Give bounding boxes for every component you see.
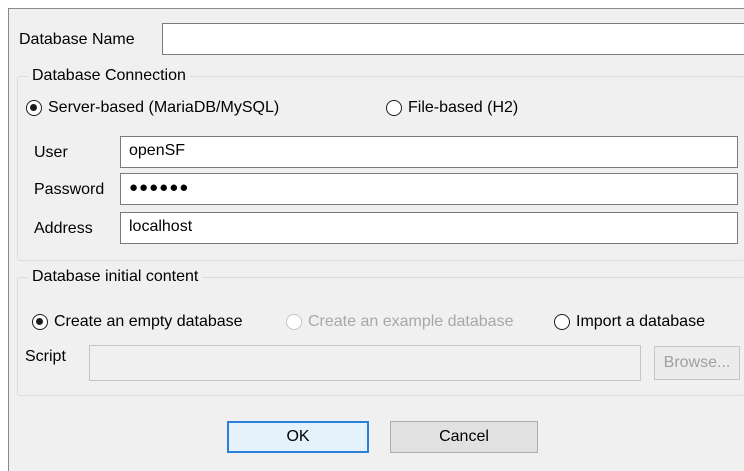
password-label: Password <box>34 181 105 198</box>
initial-content-legend: Database initial content <box>32 268 199 285</box>
user-label: User <box>34 144 68 161</box>
browse-button[interactable]: Browse... <box>654 346 740 380</box>
server-based-radio[interactable]: Server-based (MariaDB/MySQL) <box>26 99 279 117</box>
password-input[interactable]: ●●●●●● <box>120 173 738 205</box>
address-label: Address <box>34 220 93 237</box>
example-database-label: Create an example database <box>308 313 514 330</box>
database-connection-legend: Database Connection <box>32 67 186 84</box>
import-database-label: Import a database <box>576 313 705 330</box>
create-database-dialog: Database Name Database Connection Server… <box>8 8 744 471</box>
database-name-label: Database Name <box>19 31 135 48</box>
empty-database-label: Create an empty database <box>54 313 243 330</box>
script-label: Script <box>25 348 66 365</box>
user-input[interactable]: openSF <box>120 136 738 168</box>
radio-disabled-icon <box>286 314 302 330</box>
radio-checked-icon <box>32 314 48 330</box>
script-input[interactable] <box>89 345 641 381</box>
radio-checked-icon <box>26 100 42 116</box>
file-based-label: File-based (H2) <box>408 99 519 116</box>
import-database-radio[interactable]: Import a database <box>554 313 705 331</box>
example-database-radio[interactable]: Create an example database <box>286 313 513 331</box>
radio-unchecked-icon <box>386 100 402 116</box>
server-based-label: Server-based (MariaDB/MySQL) <box>48 99 280 116</box>
file-based-radio[interactable]: File-based (H2) <box>386 99 518 117</box>
ok-button[interactable]: OK <box>227 421 369 453</box>
cancel-button[interactable]: Cancel <box>390 421 538 453</box>
database-name-input[interactable] <box>162 23 744 55</box>
address-input[interactable]: localhost <box>120 212 738 244</box>
radio-unchecked-icon <box>554 314 570 330</box>
empty-database-radio[interactable]: Create an empty database <box>32 313 243 331</box>
